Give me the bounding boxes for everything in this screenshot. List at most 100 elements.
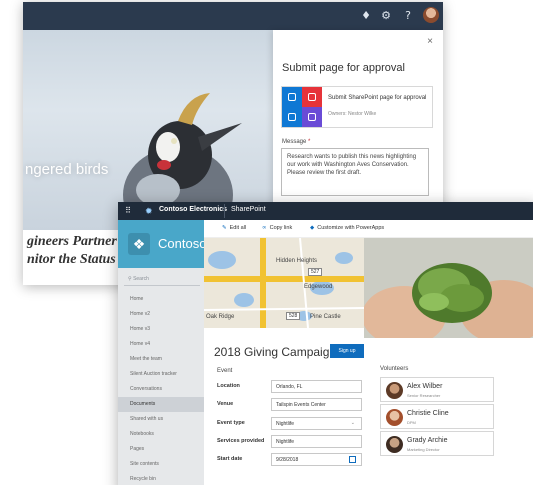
plant-photo [364, 238, 533, 338]
nav-item[interactable]: Silent Auction tracker [130, 367, 204, 382]
hero-image: ngered birds [23, 30, 281, 230]
site-logo-icon[interactable]: ❖ [128, 233, 150, 255]
command-bar: ✎ Edit all ∞ Copy link ◆ Customize with Pow… [204, 220, 533, 238]
start-date-value: 9/28/2018 [276, 457, 299, 463]
suite-bar: ⠿ ✹ Contoso Electronics SharePoint [118, 202, 533, 220]
event-type-value: Nightlife [276, 421, 295, 427]
customize-powerapps-button[interactable]: ◆ Customize with PowerApps [310, 225, 384, 231]
volunteers-heading: Volunteers [380, 366, 409, 372]
site-navigation: Home Home v2 Home v3 Home v4 Meet the te… [118, 292, 204, 485]
panel-title: Submit page for approval [282, 62, 405, 74]
nav-item[interactable]: Meet the team [130, 352, 204, 367]
search-box[interactable]: ⚲ Search [124, 272, 200, 286]
map-route-shield: 528 [286, 312, 301, 320]
brand-logo-icon: ✹ [145, 206, 153, 216]
avatar [386, 436, 403, 453]
sign-up-button[interactable]: Sign up [330, 344, 364, 358]
user-avatar[interactable] [423, 7, 439, 23]
nav-item[interactable]: Home v4 [130, 337, 204, 352]
message-label: Message * [282, 139, 310, 145]
nav-item[interactable]: Site contents [130, 457, 204, 472]
map-label-hidden-heights: Hidden Heights [276, 258, 318, 264]
copy-link-button[interactable]: ∞ Copy link [262, 225, 292, 231]
app-launcher-icon[interactable]: ⠿ [122, 205, 134, 217]
customize-label: Customize with PowerApps [317, 225, 385, 231]
headline-line-2: nitor the Status [27, 252, 116, 267]
nav-item[interactable]: Home v3 [130, 322, 204, 337]
sharepoint-connector-icon [282, 87, 302, 107]
start-date-picker[interactable]: 9/28/2018 [271, 453, 362, 466]
event-section-heading: Event [217, 368, 233, 374]
nav-item[interactable]: Home [130, 292, 204, 307]
search-placeholder: Search [133, 276, 149, 282]
location-field[interactable]: Orlando, FL [271, 380, 362, 393]
location-label: Location [217, 383, 240, 389]
map-label-pine-castle: Pine Castle [310, 314, 341, 320]
volunteer-name: Grady Archie [407, 437, 448, 444]
sharepoint-connector-icon [282, 107, 302, 127]
edit-all-button[interactable]: ✎ Edit all [222, 225, 246, 231]
volunteer-card[interactable]: Christie Cline DPM [380, 404, 494, 429]
approvals-connector-icon [302, 107, 322, 127]
volunteer-name: Christie Cline [407, 410, 449, 417]
link-icon: ∞ [262, 225, 267, 231]
message-label-text: Message [282, 139, 307, 145]
chevron-down-icon: ⌄ [350, 420, 355, 426]
event-type-dropdown[interactable]: Nightlife ⌄ [271, 417, 362, 430]
event-type-row: Event type Nightlife ⌄ [217, 417, 367, 430]
notification-connector-icon [302, 87, 322, 107]
start-date-row: Start date 9/28/2018 [217, 453, 367, 466]
nav-item[interactable]: Recycle bin [130, 472, 204, 485]
message-textarea[interactable]: Research wants to publish this news high… [281, 148, 429, 196]
services-label: Services provided [217, 438, 265, 444]
brand-name[interactable]: Contoso Electronics [159, 206, 227, 213]
settings-gear-icon[interactable]: ⚙ [379, 9, 393, 23]
flow-card[interactable]: Submit SharePoint page for approval Owne… [281, 86, 433, 128]
nav-item[interactable]: Conversations [130, 382, 204, 397]
nav-item-active[interactable]: Documents [118, 397, 204, 412]
location-row: Location Orlando, FL [217, 380, 367, 393]
nav-item[interactable]: Notebooks [130, 427, 204, 442]
map-web-part[interactable]: Hidden Heights 527 Edgewood Oak Ridge 52… [204, 238, 364, 328]
notification-bell-icon[interactable]: ♦ [359, 9, 373, 23]
venue-label: Venue [217, 401, 234, 407]
map-label-oak-ridge: Oak Ridge [206, 314, 235, 320]
venue-row: Venue Tailspin Events Center [217, 398, 367, 411]
volunteer-card[interactable]: Alex Wilber Senior Researcher [380, 377, 494, 402]
map-route-shield: 527 [308, 268, 323, 276]
volunteer-card[interactable]: Grady Archie Marketing Director [380, 431, 494, 456]
services-field[interactable]: Nightlife [271, 435, 362, 448]
start-date-label: Start date [217, 456, 243, 462]
close-icon[interactable]: × [427, 36, 433, 47]
powerapps-icon: ◆ [310, 225, 315, 231]
hands-plant-image [364, 238, 533, 338]
services-row: Services provided Nightlife [217, 435, 367, 448]
app-name[interactable]: SharePoint [231, 206, 266, 213]
screenshot-stage: ♦ ⚙ ? ngered birds gineers Partner nitor… [0, 0, 533, 485]
flow-owner: Owners: Nestor Wilke [328, 111, 377, 117]
hero-caption: ngered birds [25, 161, 109, 178]
nav-item[interactable]: Shared with us [130, 412, 204, 427]
edit-pencil-icon: ✎ [222, 225, 227, 231]
volunteer-role: Marketing Director [407, 447, 440, 452]
avatar [386, 382, 403, 399]
nav-item[interactable]: Pages [130, 442, 204, 457]
volunteer-role: Senior Researcher [407, 393, 441, 398]
back-top-bar: ♦ ⚙ ? [23, 2, 443, 30]
copy-link-label: Copy link [269, 225, 293, 231]
nav-item[interactable]: Home v2 [130, 307, 204, 322]
calendar-icon[interactable] [349, 456, 356, 463]
flow-title: Submit SharePoint page for approval [328, 95, 427, 101]
headline-line-1: gineers Partner [27, 234, 117, 249]
avatar [386, 409, 403, 426]
volunteer-role: DPM [407, 420, 416, 425]
site-header: ❖ Contoso E [118, 220, 219, 268]
volunteer-name: Alex Wilber [407, 383, 443, 390]
required-marker: * [308, 139, 311, 145]
search-icon: ⚲ [128, 276, 132, 282]
venue-field[interactable]: Tailspin Events Center [271, 398, 362, 411]
help-icon[interactable]: ? [401, 9, 415, 23]
suite-divider [224, 204, 225, 218]
map-label-edgewood: Edgewood [304, 284, 333, 290]
event-type-label: Event type [217, 420, 245, 426]
